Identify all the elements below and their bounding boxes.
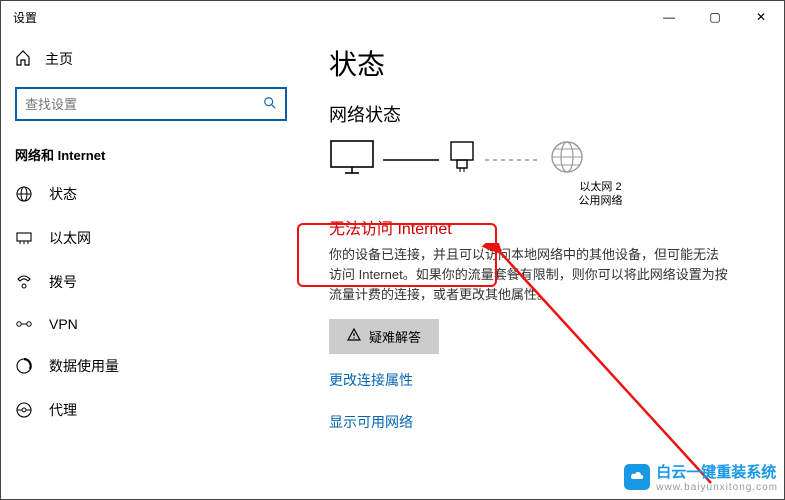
section-header: 网络和 Internet (1, 137, 301, 172)
globe-icon (15, 185, 33, 203)
adapter-type: 公用网络 (579, 195, 623, 207)
computer-icon (329, 139, 375, 178)
dialup-icon (15, 273, 33, 291)
status-description: 你的设备已连接，并且可以访问本地网络中的其他设备，但可能无法访问 Interne… (329, 245, 729, 305)
search-box[interactable] (15, 87, 287, 121)
change-properties-link[interactable]: 更改连接属性 (329, 370, 764, 390)
nav-label: 以太网 (49, 228, 91, 248)
titlebar: 设置 — ▢ ✕ (1, 1, 784, 33)
watermark: 白云一键重装系统 www.baiyunxitong.com (624, 461, 778, 493)
troubleshoot-label: 疑难解答 (369, 327, 421, 346)
home-label: 主页 (45, 49, 73, 69)
nav-item-vpn[interactable]: VPN (1, 304, 301, 344)
sub-title: 网络状态 (329, 101, 764, 127)
adapter-labels: 以太网 2 公用网络 (437, 180, 764, 209)
adapter-name: 以太网 2 (579, 181, 621, 193)
nav-item-data-usage[interactable]: 数据使用量 (1, 344, 301, 388)
connection-line-dashed (485, 151, 541, 166)
show-networks-link[interactable]: 显示可用网络 (329, 412, 764, 432)
sidebar: 主页 网络和 Internet 状态 以太网 拨号 (1, 33, 301, 499)
watermark-logo-icon (624, 464, 650, 490)
nav-label: 拨号 (49, 272, 77, 292)
status-line: 无法访问 Internet (329, 215, 764, 239)
minimize-button[interactable]: — (646, 1, 692, 33)
search-icon (263, 96, 277, 113)
connection-line-solid (383, 151, 439, 166)
nav-label: VPN (49, 316, 78, 332)
adapter-icon (447, 140, 477, 177)
window-title: 设置 (13, 9, 646, 26)
warning-icon (347, 328, 361, 345)
nav-item-status[interactable]: 状态 (1, 172, 301, 216)
home-link[interactable]: 主页 (1, 39, 301, 79)
search-input[interactable] (25, 97, 263, 112)
home-icon (15, 50, 31, 69)
nav-item-dialup[interactable]: 拨号 (1, 260, 301, 304)
network-diagram (329, 139, 764, 178)
ethernet-icon (15, 229, 33, 247)
watermark-brand: 白云一键重装系统 (656, 464, 776, 481)
main-content: 状态 网络状态 以太网 2 公用网络 无法访问 Internet 你的设备已连 (301, 33, 784, 499)
watermark-url: www.baiyunxitong.com (656, 482, 778, 493)
nav-label: 代理 (49, 400, 77, 420)
nav-item-ethernet[interactable]: 以太网 (1, 216, 301, 260)
troubleshoot-button[interactable]: 疑难解答 (329, 319, 439, 354)
close-button[interactable]: ✕ (738, 1, 784, 33)
nav-label: 数据使用量 (49, 356, 119, 376)
vpn-icon (15, 317, 33, 331)
maximize-button[interactable]: ▢ (692, 1, 738, 33)
window-controls: — ▢ ✕ (646, 1, 784, 33)
internet-icon (549, 139, 585, 178)
page-title: 状态 (329, 43, 764, 83)
data-usage-icon (15, 357, 33, 375)
nav-item-proxy[interactable]: 代理 (1, 388, 301, 432)
proxy-icon (15, 401, 33, 419)
nav-label: 状态 (49, 184, 77, 204)
